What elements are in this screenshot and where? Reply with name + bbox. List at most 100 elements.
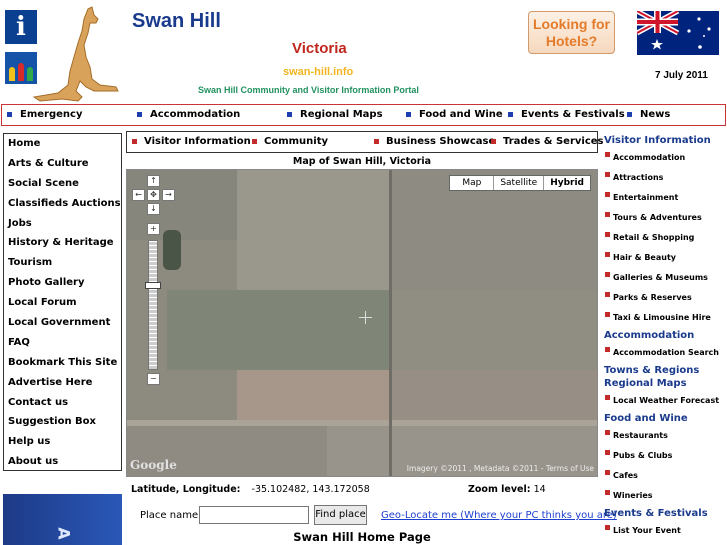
pan-center-icon[interactable]: ✥	[147, 189, 160, 201]
state-name: Victoria	[292, 40, 347, 57]
satellite-map[interactable]: Map Satellite Hybrid ↑ ← ✥ → ↓ + − Googl…	[126, 169, 598, 477]
sub-nav-label: Community	[264, 136, 329, 147]
left-nav-tourism[interactable]: Tourism	[4, 253, 121, 273]
right-nav-heading[interactable]: Events & Festivals	[604, 508, 727, 519]
right-nav-link[interactable]: Taxi & Limousine Hire	[604, 308, 727, 328]
hotels-button[interactable]: Looking for Hotels?	[528, 11, 615, 54]
left-nav-contact[interactable]: Contact us	[4, 393, 121, 413]
sub-nav-trades[interactable]: Trades & Services	[491, 136, 604, 147]
left-advert-banner[interactable]: A	[3, 494, 122, 545]
coordinates-value: -35.102482, 143.172058	[251, 484, 370, 495]
top-nav-label: Events & Festivals	[521, 109, 625, 120]
left-nav-local-government[interactable]: Local Government	[4, 313, 121, 333]
sub-nav-label: Trades & Services	[503, 136, 604, 147]
right-nav-link[interactable]: Hair & Beauty	[604, 248, 727, 268]
zoom-in-icon[interactable]: +	[147, 223, 160, 235]
left-nav-history[interactable]: History & Heritage	[4, 233, 121, 253]
bullet-icon	[508, 112, 513, 117]
coordinates-readout: Latitude, Longitude: -35.102482, 143.172…	[131, 484, 370, 495]
map-type-switcher: Map Satellite Hybrid	[449, 175, 591, 191]
right-nav-heading[interactable]: Towns & Regions	[604, 365, 727, 376]
left-nav-help[interactable]: Help us	[4, 432, 121, 452]
right-nav-link[interactable]: Attractions	[604, 168, 727, 188]
sub-nav-community[interactable]: Community	[252, 136, 328, 147]
zoom-level-readout: Zoom level: 14	[468, 484, 546, 495]
pan-left-icon[interactable]: ←	[132, 189, 145, 201]
top-nav-label: Food and Wine	[419, 109, 503, 120]
map-copyright[interactable]: Imagery ©2011 , Metadata ©2011 - Terms o…	[407, 464, 594, 473]
map-type-hybrid[interactable]: Hybrid	[543, 176, 590, 190]
left-nav-classifieds[interactable]: Classifieds Auctions	[4, 194, 121, 214]
top-nav-food-wine[interactable]: Food and Wine	[406, 109, 503, 120]
top-nav-news[interactable]: News	[627, 109, 670, 120]
right-nav-heading[interactable]: Accommodation	[604, 330, 727, 341]
bullet-icon	[132, 139, 137, 144]
zoom-slider-handle[interactable]	[145, 282, 161, 289]
bullet-icon	[627, 112, 632, 117]
place-name-input[interactable]	[199, 506, 309, 524]
right-nav-link[interactable]: Accommodation	[604, 148, 727, 168]
map-title: Map of Swan Hill, Victoria	[292, 156, 432, 167]
top-nav: Emergency Accommodation Regional Maps Fo…	[1, 104, 726, 126]
right-nav-link[interactable]: Parks & Reserves	[604, 288, 727, 308]
coordinates-label: Latitude, Longitude:	[131, 484, 241, 495]
left-nav-jobs[interactable]: Jobs	[4, 214, 121, 234]
geo-locate-link[interactable]: Geo-Locate me (Where your PC thinks you …	[381, 510, 617, 521]
pan-down-icon[interactable]: ↓	[147, 203, 160, 215]
zoom-level-value: 14	[533, 484, 546, 495]
zoom-level-label: Zoom level:	[468, 484, 531, 495]
left-nav-advertise[interactable]: Advertise Here	[4, 373, 121, 393]
right-nav-heading[interactable]: Visitor Information	[604, 135, 727, 146]
left-nav-local-forum[interactable]: Local Forum	[4, 293, 121, 313]
bullet-icon	[287, 112, 292, 117]
pan-up-icon[interactable]: ↑	[147, 175, 160, 187]
map-type-satellite[interactable]: Satellite	[493, 176, 543, 190]
left-nav-social-scene[interactable]: Social Scene	[4, 174, 121, 194]
right-nav-link[interactable]: Galleries & Museums	[604, 268, 727, 288]
right-nav-link[interactable]: Local Weather Forecast	[604, 391, 727, 411]
right-nav-link[interactable]: Cafes	[604, 466, 727, 486]
bullet-icon	[7, 112, 12, 117]
right-nav-link[interactable]: List Your Event	[604, 521, 727, 541]
right-nav-heading[interactable]: Regional Maps	[604, 378, 727, 389]
left-nav-faq[interactable]: FAQ	[4, 333, 121, 353]
site-domain: swan-hill.info	[283, 66, 354, 78]
site-title[interactable]: Swan Hill	[132, 10, 221, 33]
bullet-icon	[491, 139, 496, 144]
zoom-out-icon[interactable]: −	[147, 373, 160, 385]
google-logo[interactable]: Google	[130, 458, 177, 472]
right-nav-heading[interactable]: Food and Wine	[604, 413, 727, 424]
find-place-button[interactable]: Find place	[314, 505, 367, 525]
top-nav-regional-maps[interactable]: Regional Maps	[287, 109, 383, 120]
left-nav-about[interactable]: About us	[4, 452, 121, 472]
right-nav-link[interactable]: Wineries	[604, 486, 727, 506]
right-nav-link[interactable]: Accommodation Search	[604, 343, 727, 363]
left-nav-photo-gallery[interactable]: Photo Gallery	[4, 273, 121, 293]
hotels-line2: Hotels?	[545, 33, 598, 49]
left-nav-bookmark[interactable]: Bookmark This Site	[4, 353, 121, 373]
left-advert-text: A	[54, 527, 74, 540]
top-nav-label: Regional Maps	[300, 109, 383, 120]
left-nav-arts-culture[interactable]: Arts & Culture	[4, 154, 121, 174]
left-nav-suggestion[interactable]: Suggestion Box	[4, 412, 121, 432]
top-nav-label: Accommodation	[150, 109, 241, 120]
sub-nav: Visitor Information Community Business S…	[126, 131, 604, 153]
top-nav-accommodation[interactable]: Accommodation	[137, 109, 240, 120]
right-nav-link[interactable]: Restaurants	[604, 426, 727, 446]
australian-flag-icon	[637, 11, 719, 55]
top-nav-events[interactable]: Events & Festivals	[508, 109, 625, 120]
site-header: i Swan Hill Victoria swan-hill.info Swan…	[0, 0, 727, 102]
right-nav-link[interactable]: Entertainment	[604, 188, 727, 208]
right-nav-link[interactable]: Tours & Adventures	[604, 208, 727, 228]
right-nav-link[interactable]: Pubs & Clubs	[604, 446, 727, 466]
map-type-map[interactable]: Map	[450, 176, 493, 190]
sub-nav-business[interactable]: Business Showcase	[374, 136, 495, 147]
right-nav: Visitor Information Accommodation Attrac…	[604, 133, 727, 541]
sub-nav-visitor-info[interactable]: Visitor Information	[132, 136, 251, 147]
pan-right-icon[interactable]: →	[162, 189, 175, 201]
zoom-slider[interactable]	[148, 240, 158, 370]
bullet-icon	[406, 112, 411, 117]
top-nav-emergency[interactable]: Emergency	[7, 109, 82, 120]
left-nav-home[interactable]: Home	[4, 134, 121, 154]
right-nav-link[interactable]: Retail & Shopping	[604, 228, 727, 248]
